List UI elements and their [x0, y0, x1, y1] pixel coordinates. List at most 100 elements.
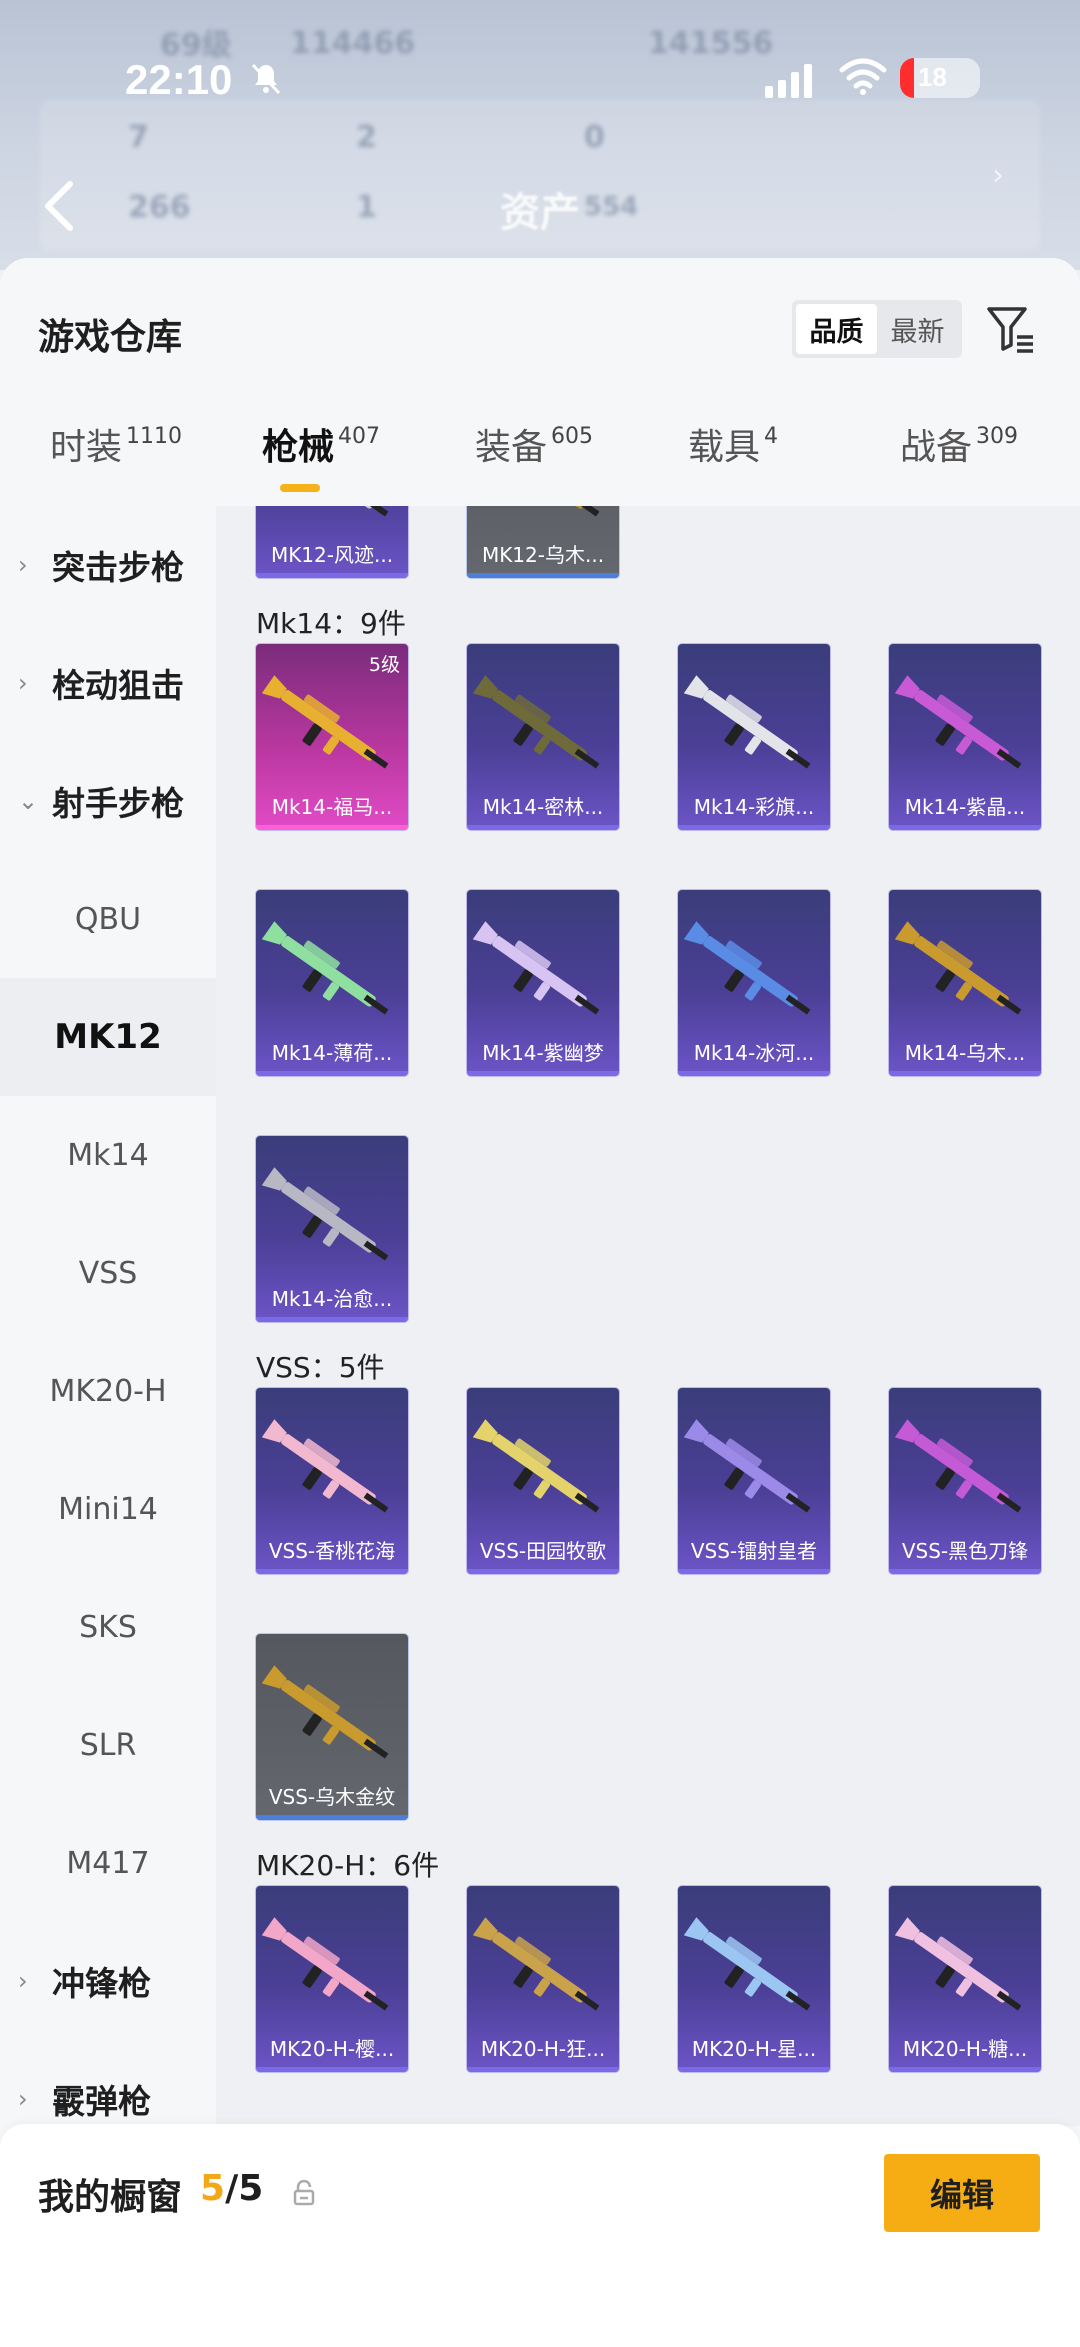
rarity-bar: [889, 825, 1041, 830]
rarity-bar: [678, 2067, 830, 2072]
rarity-bar: [256, 1569, 408, 1574]
stat-1: 7: [128, 120, 149, 155]
showcase-total: 5: [238, 2168, 264, 2209]
weapon-card[interactable]: VSS-香桃花海: [256, 1388, 408, 1574]
weapon-name: Mk14-乌木...: [904, 1041, 1026, 1065]
tab-vehicles[interactable]: 载具 4: [688, 418, 778, 498]
rarity-bar: [467, 1071, 619, 1076]
sidebar-item[interactable]: SKS: [0, 1568, 216, 1686]
weapon-card[interactable]: MK20-H-狂...: [467, 1886, 619, 2072]
sidebar-item[interactable]: › 栓动狙击: [0, 624, 216, 742]
filter-icon[interactable]: [985, 303, 1037, 355]
sidebar-item[interactable]: SLR: [0, 1686, 216, 1804]
sidebar-item[interactable]: › 突击步枪: [0, 506, 216, 624]
signal-icon: [765, 62, 812, 98]
rarity-bar: [889, 2067, 1041, 2072]
weapon-card[interactable]: VSS-黑色刀锋: [889, 1388, 1041, 1574]
level-badge: 5级: [368, 654, 400, 676]
rarity-bar: [889, 1071, 1041, 1076]
weapon-card[interactable]: Mk14-紫晶...: [889, 644, 1041, 830]
showcase-current: 5: [200, 2168, 226, 2209]
sidebar-item[interactable]: VSS: [0, 1214, 216, 1332]
active-tab-indicator: [280, 484, 320, 492]
sidebar-item-label: SKS: [79, 1609, 137, 1645]
weapon-name: MK12-风迹...: [270, 543, 394, 567]
weapon-name: Mk14-紫晶...: [904, 795, 1026, 819]
weapon-card[interactable]: VSS-田园牧歌: [467, 1388, 619, 1574]
battery-icon: 18: [900, 58, 980, 98]
weapon-card[interactable]: Mk14-治愈...: [256, 1136, 408, 1322]
sidebar-item-label: 冲锋枪: [52, 1964, 151, 2003]
weapon-card[interactable]: MK20-H-樱...: [256, 1886, 408, 2072]
rifle-icon: [473, 675, 600, 769]
weapon-card[interactable]: Mk14-紫幽梦: [467, 890, 619, 1076]
rifle-icon: [473, 921, 600, 1015]
weapon-name: MK12-乌木...: [481, 543, 605, 567]
rifle-icon: [684, 1917, 811, 2011]
weapon-name: VSS-镭射皇者: [690, 1539, 818, 1563]
chevron-right-icon: ›: [992, 158, 1004, 193]
sidebar-item[interactable]: Mini14: [0, 1450, 216, 1568]
weapon-card[interactable]: Mk14-密林...: [467, 644, 619, 830]
edit-button[interactable]: 编辑: [884, 2154, 1040, 2232]
rifle-icon: [684, 1419, 811, 1513]
rarity-bar: [467, 1569, 619, 1574]
rarity-bar: [467, 573, 619, 578]
warehouse-sheet: 游戏仓库 品质 最新 时装 1110 枪械 407 装备 605 载具 4 战备 309 …: [0, 258, 1080, 2347]
weapon-name: Mk14-密林...: [482, 795, 604, 819]
stat-3: 0: [584, 120, 605, 155]
tab-equipment[interactable]: 装备 605: [475, 418, 593, 498]
rifle-icon: [262, 1419, 389, 1513]
sidebar-item[interactable]: MK20-H: [0, 1332, 216, 1450]
weapon-card[interactable]: VSS-乌木金纹: [256, 1634, 408, 1820]
rifle-icon: [473, 1419, 600, 1513]
weapon-card[interactable]: MK20-H-星...: [678, 1886, 830, 2072]
sidebar-item[interactable]: QBU: [0, 860, 216, 978]
tab-supplies[interactable]: 战备 309: [900, 418, 1018, 498]
tab-fashion[interactable]: 时装 1110: [50, 418, 182, 498]
weapon-name: VSS-香桃花海: [268, 1539, 396, 1563]
chevron-down-icon: ⌄: [18, 787, 39, 815]
sidebar-item[interactable]: MK12: [0, 978, 216, 1096]
weapon-name: VSS-黑色刀锋: [901, 1539, 1029, 1563]
sort-newest-button[interactable]: 最新: [877, 304, 958, 354]
sidebar-item-label: MK12: [54, 1017, 162, 1057]
category-tabs: 时装 1110 枪械 407 装备 605 载具 4 战备 309: [0, 418, 1080, 498]
weapon-card[interactable]: 5级 Mk14-福马...: [256, 644, 408, 830]
sidebar-item[interactable]: Mk14: [0, 1096, 216, 1214]
section-title: Mk14：9件: [256, 607, 406, 640]
weapon-name: VSS-乌木金纹: [268, 1785, 396, 1809]
stat-2: 2: [356, 120, 377, 155]
weapon-card[interactable]: MK12-风迹...: [256, 506, 408, 578]
weapon-card[interactable]: Mk14-冰河...: [678, 890, 830, 1076]
header-background: 69级 114466 141556 7 2 0 266 1 554 22:10 …: [0, 0, 1080, 270]
weapon-name: Mk14-治愈...: [271, 1287, 393, 1311]
weapon-card[interactable]: VSS-镭射皇者: [678, 1388, 830, 1574]
sidebar-item[interactable]: › 冲锋枪: [0, 1922, 216, 2040]
weapon-card[interactable]: MK12-乌木...: [467, 506, 619, 578]
weapon-card[interactable]: MK20-H-糖...: [889, 1886, 1041, 2072]
tab-label: 装备: [475, 427, 548, 468]
weapon-card[interactable]: Mk14-乌木...: [889, 890, 1041, 1076]
weapon-name: VSS-田园牧歌: [479, 1539, 607, 1563]
rifle-icon: [262, 675, 389, 769]
sidebar-item[interactable]: M417: [0, 1804, 216, 1922]
showcase-label: 我的橱窗: [38, 2177, 183, 2218]
rarity-bar: [256, 1317, 408, 1322]
tab-count: 605: [551, 424, 594, 449]
sidebar-item-label: 霰弹枪: [52, 2082, 151, 2121]
back-arrow-icon[interactable]: [40, 178, 80, 234]
weapon-card[interactable]: Mk14-彩旗...: [678, 644, 830, 830]
tab-count: 4: [764, 424, 779, 449]
weapon-name: Mk14-彩旗...: [693, 795, 815, 819]
sidebar-item[interactable]: ⌄ 射手步枪: [0, 742, 216, 860]
sidebar-item-label: M417: [66, 1845, 150, 1881]
tab-count: 309: [976, 424, 1019, 449]
showcase-count: 5/5: [200, 2168, 263, 2209]
sidebar-item-label: VSS: [78, 1255, 138, 1291]
weapon-name: MK20-H-狂...: [480, 2037, 606, 2061]
weapon-card[interactable]: Mk14-薄荷...: [256, 890, 408, 1076]
section-title: MK20-H：6件: [256, 1849, 440, 1882]
mute-bell-icon: [251, 63, 281, 95]
sort-quality-button[interactable]: 品质: [796, 304, 877, 354]
